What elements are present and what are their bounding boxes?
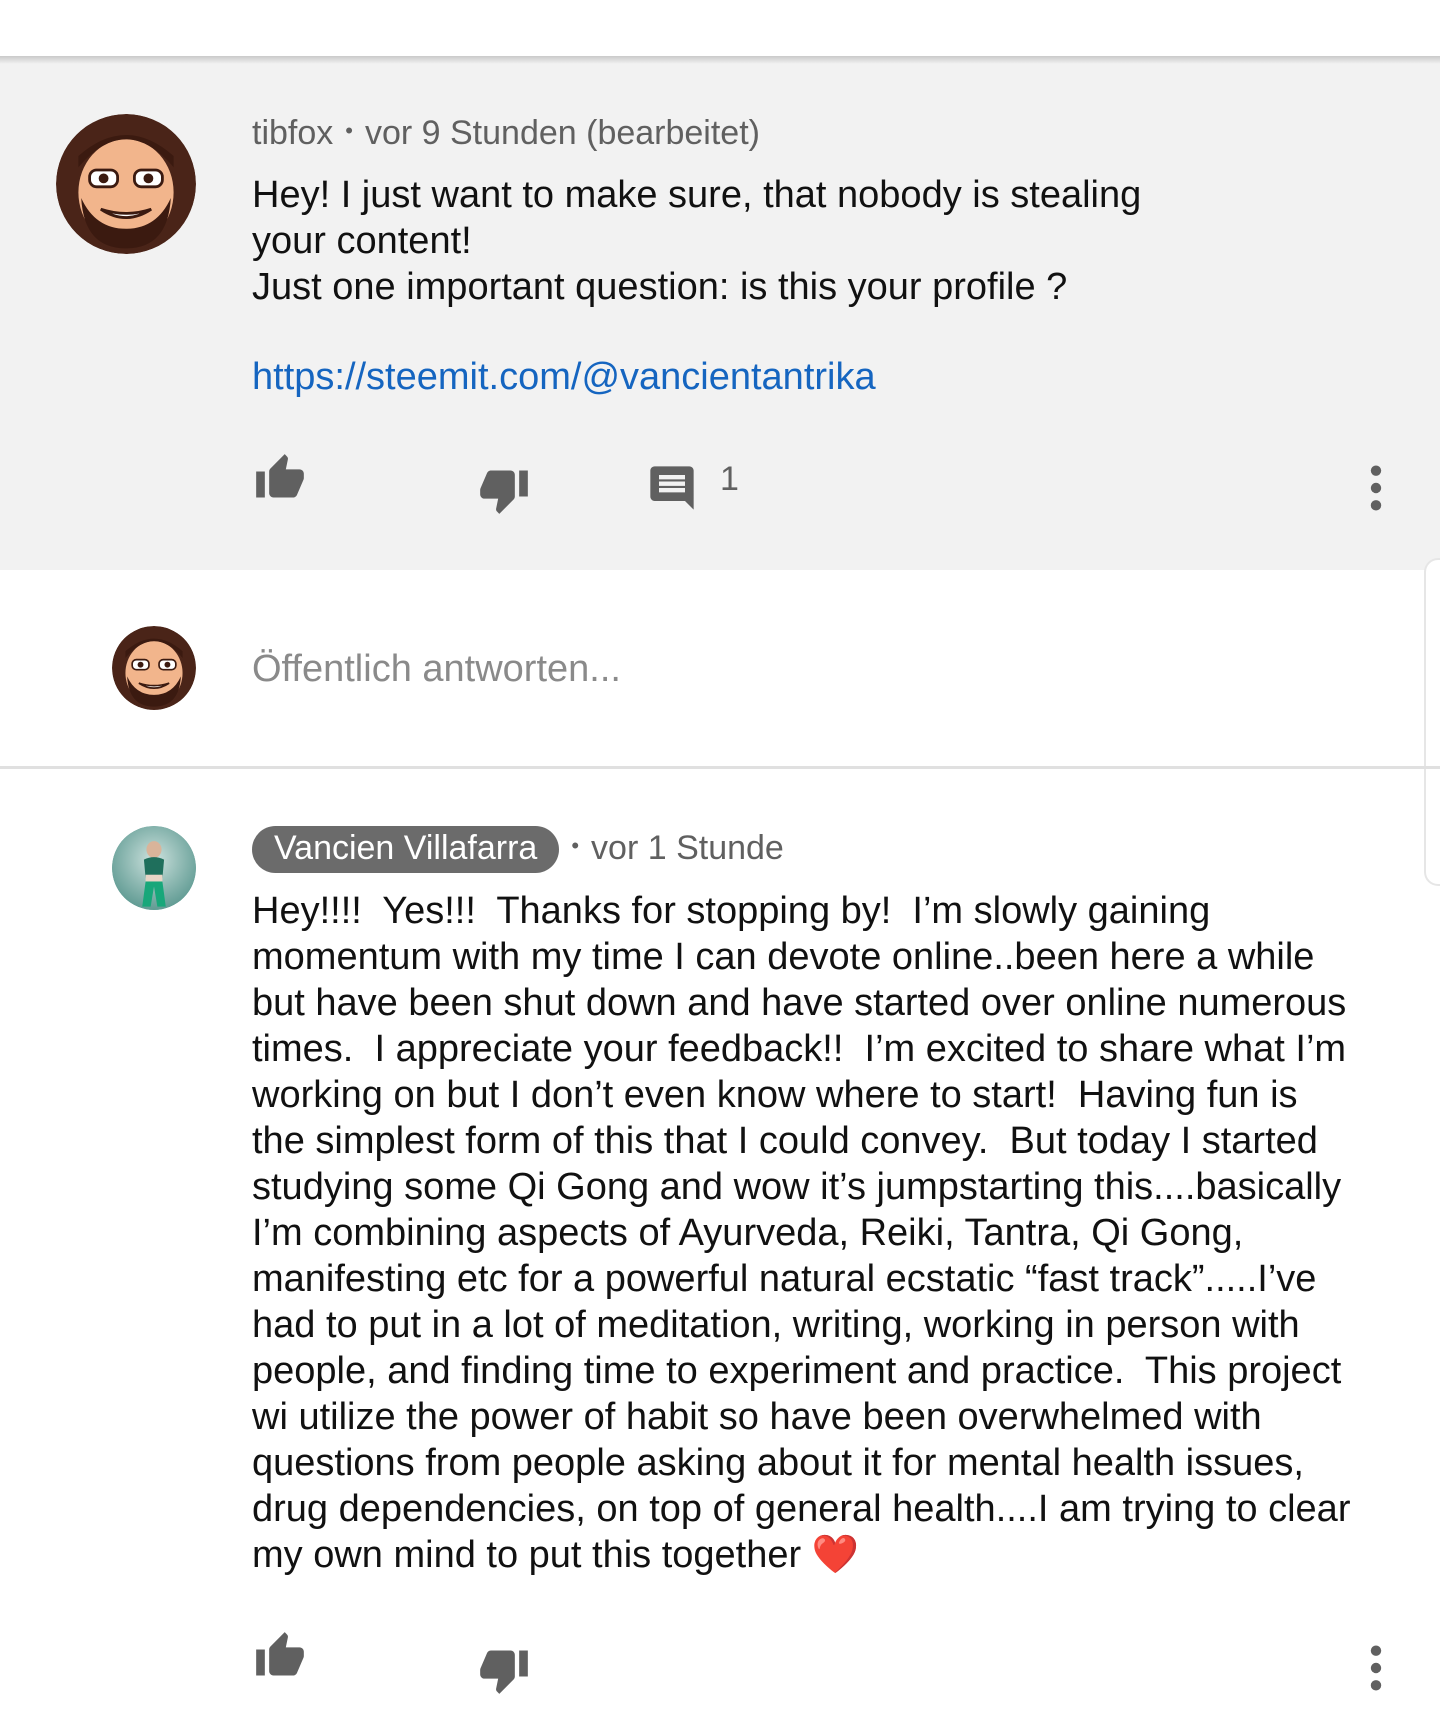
- more-vert-icon: [1370, 1645, 1382, 1691]
- profile-link[interactable]: https://steemit.com/@vancientantrika: [252, 356, 876, 399]
- reply-button[interactable]: [646, 462, 698, 514]
- commenter-avatar[interactable]: [56, 114, 196, 254]
- heart-emoji: ❤️: [811, 1534, 860, 1576]
- thumbs-up-icon: [256, 1632, 304, 1676]
- more-options-button[interactable]: [1358, 462, 1394, 514]
- reply-like-button[interactable]: [252, 1630, 308, 1682]
- user-avatar: [112, 626, 196, 710]
- reply-row: Öffentlich antworten...: [0, 570, 1440, 768]
- highlighted-comment: tibfox • vor 9 Stunden (bearbeitet) Hey! I…: [0, 64, 1440, 570]
- top-bar-shadow: [0, 56, 1440, 64]
- reply-text: Hey!!!! Yes!!! Thanks for stopping by! I…: [252, 888, 1350, 1578]
- top-bar: [0, 0, 1440, 58]
- comment-meta: tibfox • vor 9 Stunden (bearbeitet): [252, 114, 760, 153]
- reply-input[interactable]: Öffentlich antworten...: [252, 648, 621, 691]
- meta-separator: •: [571, 833, 580, 858]
- reply-text-body: Hey!!!! Yes!!! Thanks for stopping by! I…: [252, 890, 1351, 1576]
- scroll-edge: [1424, 558, 1440, 886]
- reply-more-options-button[interactable]: [1358, 1642, 1394, 1694]
- reply-meta: Vancien Villafarra • vor 1 Stunde: [252, 826, 784, 873]
- thumbs-up-icon: [256, 454, 304, 498]
- divider: [0, 766, 1440, 769]
- reply-author-chip[interactable]: Vancien Villafarra: [252, 826, 560, 873]
- thumbs-down-icon: [480, 470, 528, 514]
- reply-dislike-button[interactable]: [476, 1644, 532, 1696]
- like-button[interactable]: [252, 452, 308, 504]
- reply-author-avatar[interactable]: [112, 826, 196, 910]
- comment-author[interactable]: tibfox: [252, 114, 333, 152]
- memoji-avatar-icon: [112, 626, 196, 710]
- comment-time: vor 9 Stunden (bearbeitet): [364, 114, 760, 152]
- comment-icon: [650, 466, 694, 510]
- more-vert-icon: [1370, 465, 1382, 511]
- reply-time: vor 1 Stunde: [591, 829, 784, 867]
- memoji-avatar-icon: [56, 114, 196, 254]
- meta-separator: •: [345, 118, 353, 143]
- thumbs-down-icon: [480, 1650, 528, 1694]
- profile-photo-icon: [112, 826, 196, 910]
- comment-text: Hey! I just want to make sure, that nobo…: [252, 174, 1142, 308]
- reply-count: 1: [720, 460, 739, 498]
- dislike-button[interactable]: [476, 464, 532, 516]
